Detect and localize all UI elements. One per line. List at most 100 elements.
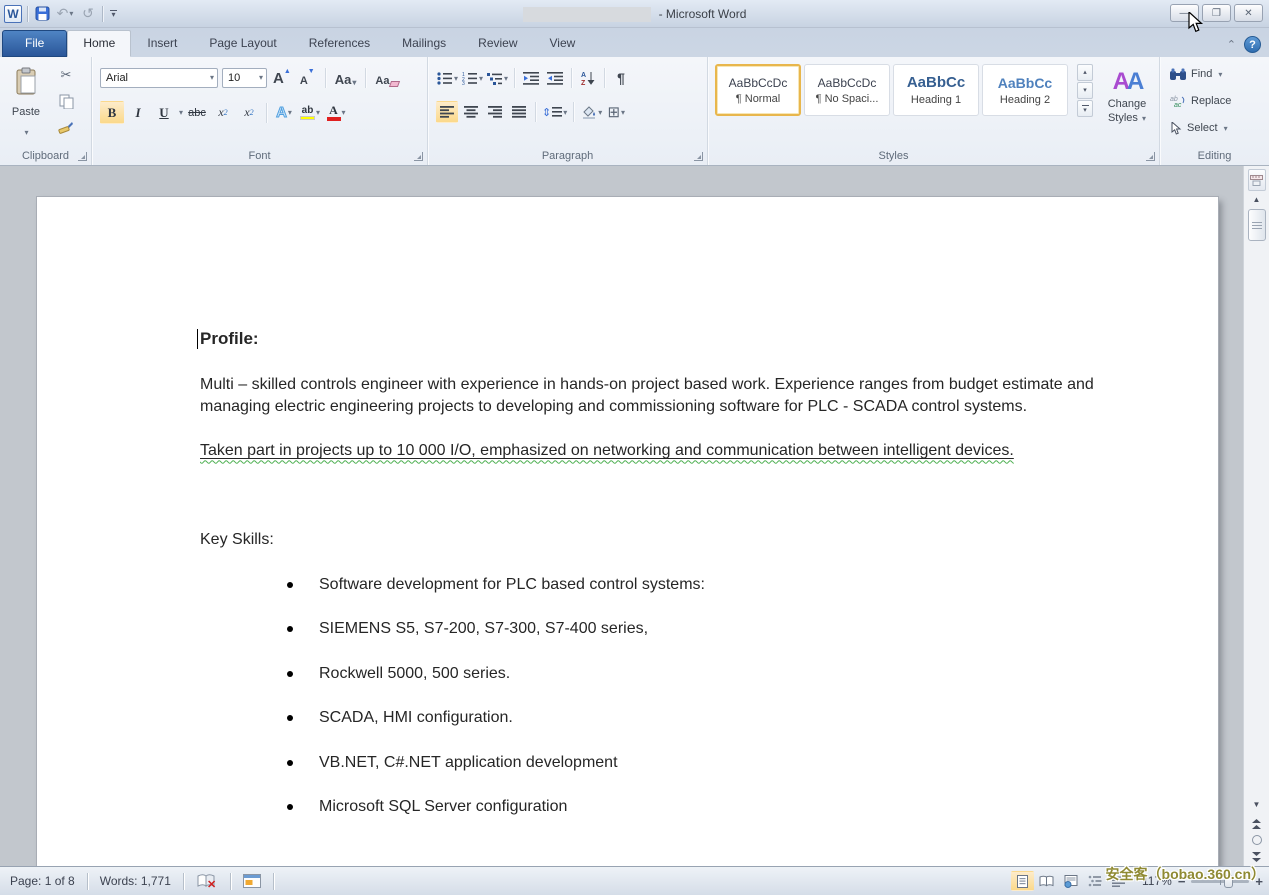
tab-insert[interactable]: Insert	[131, 30, 193, 57]
tab-mailings[interactable]: Mailings	[386, 30, 462, 57]
chevron-down-icon[interactable]: ▾	[69, 9, 73, 18]
find-button[interactable]: Find ▾	[1170, 64, 1222, 84]
numbering-button[interactable]: 123 ▾	[461, 67, 484, 89]
save-icon[interactable]	[33, 5, 51, 23]
font-family-combobox[interactable]: Arial ▾	[100, 68, 218, 88]
style-heading2[interactable]: AaBbCc Heading 2	[982, 64, 1068, 116]
font-dialog-launcher[interactable]	[414, 152, 423, 161]
styles-scroll-down-button[interactable]: ▾	[1077, 82, 1093, 99]
grow-font-button[interactable]: A▲	[271, 67, 293, 88]
zoom-in-button[interactable]: +	[1255, 874, 1263, 889]
borders-button[interactable]: ⊞▾	[605, 101, 627, 123]
document-page[interactable]: Profile: Multi – skilled controls engine…	[37, 197, 1218, 866]
multilevel-list-button[interactable]: ▾	[486, 67, 509, 89]
shrink-font-button[interactable]: A▼	[297, 67, 318, 88]
align-right-button[interactable]	[484, 101, 506, 123]
bold-button[interactable]: B	[100, 101, 124, 124]
undo-button[interactable]: ↶▾	[56, 5, 74, 23]
zoom-level[interactable]: 117%	[1142, 874, 1172, 888]
increase-indent-button[interactable]	[544, 67, 566, 89]
print-layout-view-button[interactable]	[1011, 871, 1034, 891]
tab-review[interactable]: Review	[462, 30, 533, 57]
bullets-button[interactable]: ▾	[436, 67, 459, 89]
zoom-out-button[interactable]: −	[1178, 874, 1186, 889]
status-bar: Page: 1 of 8 Words: 1,771 ✕	[0, 866, 1269, 895]
next-page-button[interactable]	[1248, 849, 1266, 864]
scrollbar-thumb[interactable]	[1248, 209, 1266, 241]
italic-button[interactable]: I	[126, 101, 150, 124]
clear-formatting-button[interactable]: Aa	[373, 67, 401, 88]
page-indicator[interactable]: Page: 1 of 8	[6, 874, 79, 888]
help-button[interactable]: ?	[1244, 36, 1261, 53]
styles-dialog-launcher[interactable]	[1146, 152, 1155, 161]
underline-button[interactable]: U	[152, 101, 176, 124]
strikethrough-button[interactable]: abc	[185, 101, 209, 124]
divider	[87, 873, 88, 890]
proofing-errors-button[interactable]: ✕	[192, 873, 222, 890]
redo-button[interactable]: ↺	[79, 5, 97, 23]
chevron-down-icon[interactable]: ▾	[24, 128, 28, 137]
scissors-icon: ✂	[61, 67, 72, 83]
paragraph-dialog-launcher[interactable]	[694, 152, 703, 161]
group-font: Arial ▾ 10 ▾ A▲ A▼ Aa▾ Aa B I U ▾ abc x2…	[92, 57, 428, 165]
fullscreen-reading-view-button[interactable]	[1035, 871, 1058, 891]
font-size-combobox[interactable]: 10 ▾	[222, 68, 267, 88]
tab-home[interactable]: Home	[67, 30, 131, 57]
align-center-button[interactable]	[460, 101, 482, 123]
outline-view-button[interactable]	[1083, 871, 1106, 891]
web-layout-view-button[interactable]	[1059, 871, 1082, 891]
select-button[interactable]: Select ▾	[1170, 118, 1228, 138]
change-case-button[interactable]: Aa▾	[333, 67, 359, 88]
select-browse-object-button[interactable]	[1252, 835, 1262, 845]
sort-button[interactable]: AZ	[577, 67, 599, 89]
zoom-slider[interactable]	[1191, 880, 1249, 883]
previous-page-button[interactable]	[1248, 816, 1266, 831]
draft-view-button[interactable]	[1107, 871, 1130, 891]
superscript-button[interactable]: x2	[237, 101, 261, 124]
subscript-button[interactable]: x2	[211, 101, 235, 124]
restore-button[interactable]: ❐	[1202, 4, 1231, 22]
multilevel-list-icon	[487, 72, 503, 85]
paste-button[interactable]: Paste ▾	[6, 65, 46, 139]
document-content[interactable]: Profile: Multi – skilled controls engine…	[200, 328, 1116, 841]
copy-button[interactable]	[54, 91, 78, 111]
style-no-spacing[interactable]: AaBbCcDc ¶ No Spaci...	[804, 64, 890, 116]
tab-page-layout[interactable]: Page Layout	[193, 30, 292, 57]
tab-file[interactable]: File	[2, 30, 67, 57]
decrease-indent-button[interactable]	[520, 67, 542, 89]
chevron-down-icon[interactable]: ▾	[179, 108, 183, 117]
shading-button[interactable]: ▾	[579, 101, 603, 123]
style-normal[interactable]: AaBbCcDc ¶ Normal	[715, 64, 801, 116]
line-spacing-button[interactable]: ⇕ ▾	[541, 101, 568, 123]
cut-button[interactable]: ✂	[54, 65, 78, 85]
customize-qat-button[interactable]: ▾	[108, 8, 119, 19]
scroll-up-button[interactable]: ▲	[1248, 191, 1266, 207]
text-effects-button[interactable]: A▾	[272, 101, 296, 124]
ruler-toggle-button[interactable]	[1248, 169, 1266, 191]
font-color-button[interactable]: A▾	[324, 101, 348, 124]
styles-scroll-up-button[interactable]: ▴	[1077, 64, 1093, 81]
change-styles-button[interactable]: AA Change Styles ▾	[1098, 63, 1156, 155]
justify-button[interactable]	[508, 101, 530, 123]
collapse-ribbon-icon[interactable]: ⌃	[1227, 38, 1236, 51]
scroll-down-button[interactable]: ▼	[1248, 796, 1266, 812]
language-button[interactable]	[239, 874, 265, 888]
close-button[interactable]: ✕	[1234, 4, 1263, 22]
align-left-button[interactable]	[436, 101, 458, 123]
minimize-button[interactable]: —	[1170, 4, 1199, 22]
format-painter-button[interactable]	[54, 117, 78, 137]
vertical-scrollbar[interactable]: ▲ ▼	[1243, 166, 1269, 866]
zoom-slider-thumb[interactable]	[1224, 875, 1233, 888]
clipboard-dialog-launcher[interactable]	[78, 152, 87, 161]
divider	[604, 68, 605, 88]
styles-more-button[interactable]: ▾	[1077, 100, 1093, 117]
tab-view[interactable]: View	[534, 30, 592, 57]
replace-button[interactable]: abac Replace	[1170, 91, 1231, 111]
word-app-icon[interactable]: W	[4, 5, 22, 23]
text-highlight-button[interactable]: ab▾	[298, 101, 322, 124]
tab-references[interactable]: References	[293, 30, 386, 57]
bullet-item: Software development for PLC based contr…	[200, 574, 1116, 597]
style-heading1[interactable]: AaBbCc Heading 1	[893, 64, 979, 116]
show-hide-marks-button[interactable]: ¶	[610, 67, 632, 89]
word-count[interactable]: Words: 1,771	[96, 874, 175, 888]
